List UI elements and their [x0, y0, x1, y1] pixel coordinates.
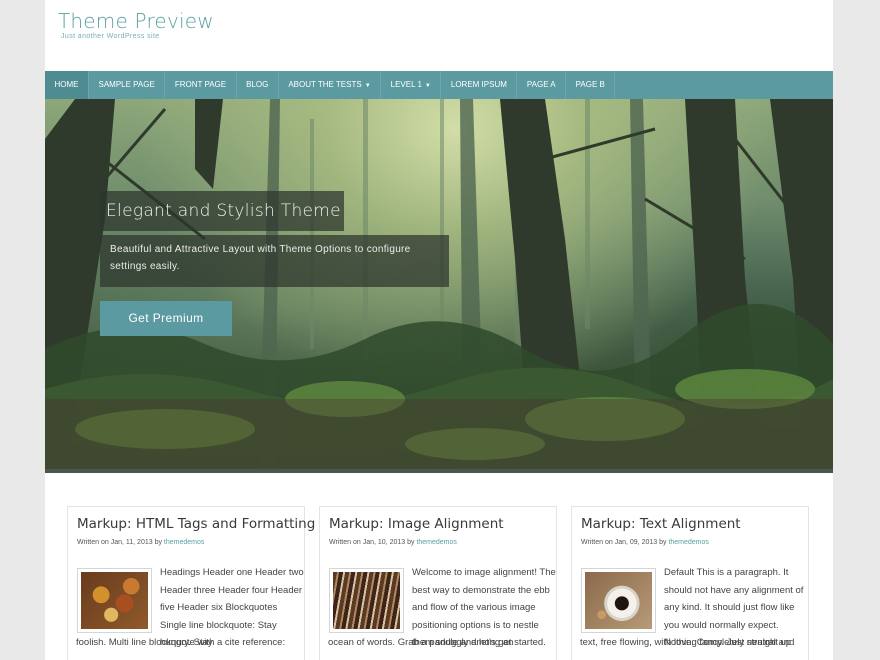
autumn-leaves-image — [81, 572, 148, 629]
nav-item-label: LEVEL 1 — [390, 80, 422, 89]
post-excerpt-bottom: ocean of words. Grab a paddle and let's … — [328, 637, 546, 648]
post-meta: Written on Jan, 11, 2013 by themedemos — [77, 539, 204, 546]
nav-item-label: SAMPLE PAGE — [98, 80, 155, 89]
hero-slider: Elegant and Stylish Theme Beautiful and … — [45, 99, 833, 469]
site-description: Just another WordPress site — [61, 33, 160, 40]
post-excerpt: Welcome to image alignment! The best way… — [328, 564, 556, 652]
post-author-link[interactable]: themedemos — [416, 539, 456, 546]
main-navigation: HOME SAMPLE PAGE FRONT PAGE BLOG ABOUT T… — [45, 71, 833, 99]
nav-item-blog[interactable]: BLOG — [237, 71, 279, 99]
nav-item-label: LOREM IPSUM — [450, 80, 507, 89]
post-excerpt: Headings Header one Header two Header th… — [76, 564, 304, 652]
post-title-link[interactable]: Markup: Text Alignment — [581, 516, 741, 532]
nav-item-label: PAGE B — [575, 80, 605, 89]
post-date: Written on Jan, 10, 2013 by — [329, 539, 415, 546]
site-header: Theme Preview Just another WordPress sit… — [45, 0, 833, 71]
post-meta: Written on Jan, 09, 2013 by themedemos — [581, 539, 709, 546]
hero-bottom-border — [45, 469, 833, 473]
caret-down-icon: ▼ — [424, 83, 431, 89]
post-title-link[interactable]: Markup: HTML Tags and Formatting — [77, 516, 315, 532]
nav-item-label: PAGE A — [526, 80, 556, 89]
get-premium-button[interactable]: Get Premium — [100, 301, 232, 336]
nav-item-front-page[interactable]: FRONT PAGE — [165, 71, 237, 99]
post-card: Markup: Text Alignment Written on Jan, 0… — [571, 506, 809, 660]
post-date: Written on Jan, 09, 2013 by — [581, 539, 667, 546]
post-title-link[interactable]: Markup: Image Alignment — [329, 516, 504, 532]
post-meta: Written on Jan, 10, 2013 by themedemos — [329, 539, 457, 546]
post-excerpt-bottom: foolish. Multi line blockquote with a ci… — [76, 637, 286, 648]
slide-description: Beautiful and Attractive Layout with The… — [100, 235, 449, 287]
nav-item-page-a[interactable]: PAGE A — [517, 71, 567, 99]
caret-down-icon: ▼ — [364, 83, 371, 89]
nav-item-page-b[interactable]: PAGE B — [566, 71, 616, 99]
post-card: Markup: HTML Tags and Formatting Written… — [67, 506, 315, 660]
coffee-cup-image — [585, 572, 652, 629]
nav-item-lorem-ipsum[interactable]: LOREM IPSUM — [441, 71, 518, 99]
post-excerpt: Default This is a paragraph. It should n… — [580, 564, 808, 652]
post-card: Markup: Image Alignment Written on Jan, … — [319, 506, 557, 660]
nav-item-label: BLOG — [246, 80, 269, 89]
post-thumbnail[interactable] — [329, 568, 404, 633]
nav-item-label: HOME — [54, 80, 79, 89]
paint-brushes-image — [333, 572, 400, 629]
nav-item-label: ABOUT THE TESTS — [288, 80, 362, 89]
nav-item-about-the-tests[interactable]: ABOUT THE TESTS ▼ — [279, 71, 382, 99]
post-excerpt-bottom: text, free flowing, with love. Completel… — [580, 637, 795, 648]
post-author-link[interactable]: themedemos — [164, 539, 204, 546]
nav-item-home[interactable]: HOME — [45, 71, 89, 99]
post-thumbnail[interactable] — [77, 568, 152, 633]
nav-item-label: FRONT PAGE — [174, 80, 227, 89]
slide-title: Elegant and Stylish Theme — [100, 191, 344, 231]
post-thumbnail[interactable] — [581, 568, 656, 633]
page-container: Theme Preview Just another WordPress sit… — [45, 0, 833, 660]
nav-item-sample-page[interactable]: SAMPLE PAGE — [89, 71, 166, 99]
post-author-link[interactable]: themedemos — [668, 539, 708, 546]
post-date: Written on Jan, 11, 2013 by — [77, 539, 162, 546]
nav-item-level-1[interactable]: LEVEL 1 ▼ — [381, 71, 442, 99]
site-title[interactable]: Theme Preview — [58, 9, 214, 33]
